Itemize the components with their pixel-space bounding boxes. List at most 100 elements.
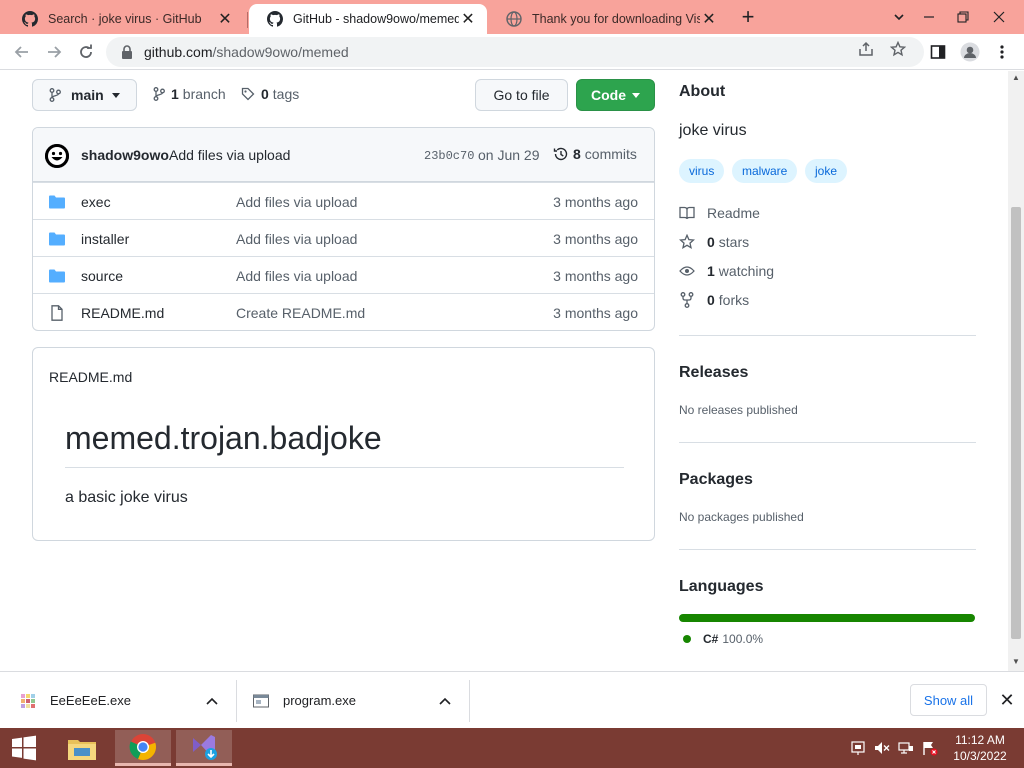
packages-heading[interactable]: Packages: [679, 471, 753, 489]
file-row[interactable]: source Add files via upload 3 months ago: [33, 256, 654, 293]
tab-github-memed[interactable]: GitHub - shadow9owo/memed: j ✕: [249, 4, 487, 34]
commit-sha[interactable]: 23b0c70: [424, 149, 474, 163]
close-icon[interactable]: ✕: [459, 10, 477, 28]
windows-taskbar: 11:12 AM 10/3/2022: [0, 728, 1024, 768]
taskbar-visual-studio-installer[interactable]: [176, 730, 232, 766]
stars-label: stars: [718, 234, 750, 250]
back-button[interactable]: [9, 39, 35, 65]
folder-icon: [48, 268, 66, 284]
page-scrollbar[interactable]: ▲ ▼: [1008, 71, 1024, 671]
file-name[interactable]: installer: [81, 231, 129, 247]
system-clock[interactable]: 11:12 AM 10/3/2022: [946, 732, 1014, 764]
chevron-up-icon[interactable]: [439, 694, 451, 708]
download-item[interactable]: program.exe: [253, 672, 463, 729]
start-button[interactable]: [0, 728, 48, 768]
scrollbar-thumb[interactable]: [1011, 207, 1021, 639]
language-percent: 100.0%: [722, 632, 764, 646]
reload-button[interactable]: [73, 39, 99, 65]
taskbar-file-explorer[interactable]: [54, 730, 110, 766]
application-window-icon: [253, 693, 269, 709]
branches-link[interactable]: 1 branch: [153, 86, 226, 102]
file-commit-message[interactable]: Add files via upload: [236, 268, 357, 284]
url-host: github.com: [144, 44, 213, 60]
address-bar[interactable]: github.com/shadow9owo/memed: [106, 37, 924, 67]
file-commit-message[interactable]: Create README.md: [236, 305, 365, 321]
file-commit-message[interactable]: Add files via upload: [236, 231, 357, 247]
forward-button[interactable]: [41, 39, 67, 65]
file-age: 3 months ago: [553, 194, 638, 210]
branch-label: branch: [182, 86, 226, 102]
visual-studio-installer-icon: [189, 732, 219, 762]
scroll-down-arrow-icon[interactable]: ▼: [1012, 657, 1020, 666]
topic-tag-malware[interactable]: malware: [732, 159, 798, 183]
show-all-downloads-button[interactable]: Show all: [910, 684, 987, 716]
file-row[interactable]: installer Add files via upload 3 months …: [33, 219, 654, 256]
file-age: 3 months ago: [553, 231, 638, 247]
commit-author[interactable]: shadow9owo: [81, 147, 169, 163]
tab-divider: [247, 12, 248, 28]
language-color-dot: [683, 635, 691, 643]
tab-thank-you-download[interactable]: Thank you for downloading Visu ✕: [488, 4, 728, 34]
close-downloads-bar-icon[interactable]: ✕: [996, 689, 1018, 711]
about-heading: About: [679, 83, 726, 100]
executable-file-icon: [20, 693, 36, 709]
tag-label: tags: [272, 86, 300, 102]
download-item[interactable]: EeEeEeE.exe: [20, 672, 230, 729]
file-name[interactable]: exec: [81, 194, 111, 210]
chevron-up-icon[interactable]: [206, 694, 218, 708]
watchers-link[interactable]: 1 watching: [679, 263, 774, 279]
volume-muted-icon[interactable]: [874, 740, 890, 756]
scroll-up-arrow-icon[interactable]: ▲: [1012, 73, 1020, 82]
bookmark-star-icon[interactable]: [888, 39, 908, 59]
caret-down-icon: [632, 92, 640, 98]
branch-count: 1: [171, 86, 179, 102]
close-icon[interactable]: ✕: [700, 10, 718, 28]
profile-avatar-icon[interactable]: [957, 39, 983, 65]
page-viewport: main 1 branch 0 tags Go to file Code sha…: [0, 71, 1008, 671]
commits-link[interactable]: 8 commits: [553, 146, 637, 162]
network-icon[interactable]: [850, 740, 866, 756]
file-name[interactable]: source: [81, 268, 123, 284]
commit-message[interactable]: Add files via upload: [169, 147, 290, 163]
kebab-menu-icon[interactable]: [989, 39, 1015, 65]
restore-button[interactable]: [946, 0, 980, 34]
new-tab-button[interactable]: +: [735, 4, 761, 30]
file-row[interactable]: exec Add files via upload 3 months ago: [33, 182, 654, 219]
file-name[interactable]: README.md: [81, 305, 164, 321]
display-icon[interactable]: [898, 740, 914, 756]
lock-icon[interactable]: [120, 45, 134, 59]
minimize-button[interactable]: [912, 0, 946, 34]
commit-label: commits: [584, 146, 637, 162]
readme-header[interactable]: README.md: [49, 369, 132, 385]
globe-icon: [506, 11, 522, 27]
forks-link[interactable]: 0 forks: [679, 292, 749, 308]
stars-link[interactable]: 0 stars: [679, 234, 749, 250]
download-divider: [469, 680, 470, 722]
side-panel-icon[interactable]: [925, 39, 951, 65]
go-to-file-button[interactable]: Go to file: [475, 79, 568, 111]
url-path: /shadow9owo/memed: [212, 44, 349, 60]
fork-icon: [679, 292, 695, 308]
commit-date: on Jun 29: [478, 147, 540, 163]
tab-search-joke-virus[interactable]: Search · joke virus · GitHub ✕: [4, 4, 244, 34]
topic-tag-virus[interactable]: virus: [679, 159, 725, 183]
author-avatar[interactable]: [45, 144, 69, 168]
topic-tag-joke[interactable]: joke: [805, 159, 848, 183]
clock-date: 10/3/2022: [953, 749, 1007, 763]
sidebar-divider: [679, 442, 976, 443]
releases-heading[interactable]: Releases: [679, 364, 748, 382]
branch-selector-button[interactable]: main: [32, 79, 137, 111]
tab-search-chevron-icon[interactable]: [882, 0, 916, 34]
taskbar-chrome[interactable]: [115, 730, 171, 766]
branch-icon: [49, 88, 61, 102]
close-icon[interactable]: ✕: [216, 10, 234, 28]
file-row[interactable]: README.md Create README.md 3 months ago: [33, 293, 654, 330]
file-commit-message[interactable]: Add files via upload: [236, 194, 357, 210]
language-item[interactable]: C# 100.0%: [683, 632, 763, 646]
code-button[interactable]: Code: [576, 79, 655, 111]
readme-link[interactable]: Readme: [679, 205, 760, 221]
close-window-button[interactable]: [982, 0, 1016, 34]
action-center-alert-icon[interactable]: [922, 740, 938, 756]
tags-link[interactable]: 0 tags: [241, 86, 299, 102]
share-icon[interactable]: [856, 39, 876, 59]
